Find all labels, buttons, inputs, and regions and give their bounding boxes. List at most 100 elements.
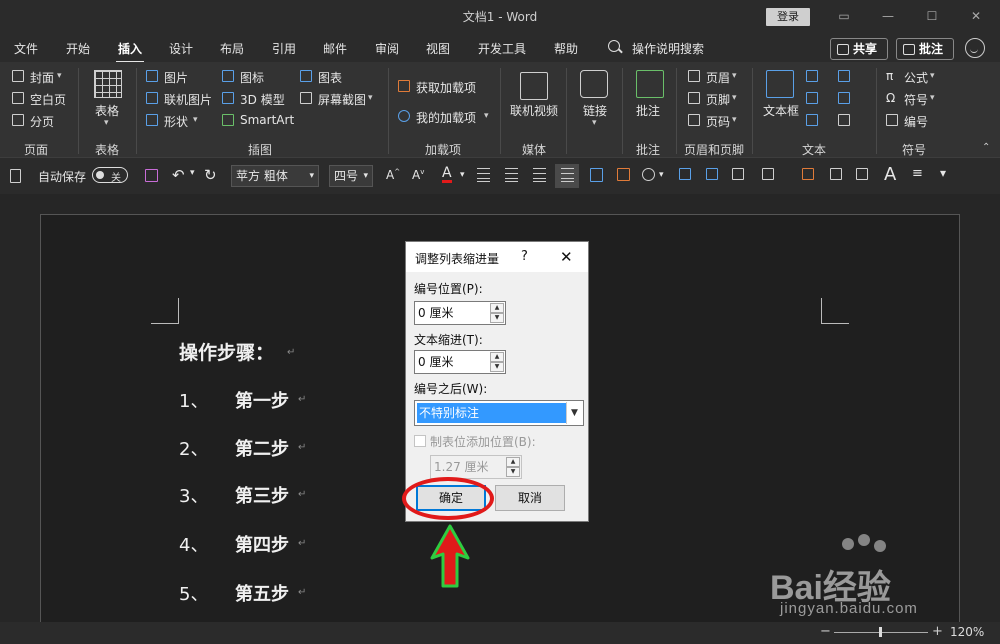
zoom-out-icon[interactable]: − [820,624,831,639]
table-button[interactable]: 表格 [95,102,119,119]
chevron-down-icon[interactable]: ▾ [460,170,465,180]
shrink-font-icon[interactable]: Av [412,168,424,182]
icons-button[interactable]: 图标 [240,69,264,86]
align-right-icon[interactable] [533,168,546,182]
text-indent-stepper[interactable]: 0 厘米 ▲ ▼ [414,350,506,374]
group-objects-icon[interactable] [856,168,868,180]
new-comment-button[interactable]: 批注 [636,102,660,119]
header-button[interactable]: 页眉 [706,69,730,86]
picture-icon[interactable] [706,168,718,180]
dialog-title-bar[interactable]: 调整列表缩进量 ? ✕ [406,242,588,272]
zoom-slider-thumb[interactable] [879,627,882,637]
redo-icon[interactable]: ↻ [204,166,217,184]
text-box-button[interactable]: 文本框 [763,102,799,119]
page-break-button[interactable]: 分页 [30,113,54,130]
cancel-button[interactable]: 取消 [495,485,565,511]
tab-home[interactable]: 开始 [66,40,90,57]
page-number-button[interactable]: 页码 [706,113,730,130]
cover-page-button[interactable]: 封面 [30,69,54,86]
chevron-down-icon[interactable]: ▾ [190,168,195,178]
tab-review[interactable]: 审阅 [375,40,399,57]
add-tab-stop-checkbox[interactable] [414,435,426,447]
text-style-icon[interactable]: A [884,164,896,185]
wrap-text-icon[interactable] [732,168,744,180]
tab-developer[interactable]: 开发工具 [478,40,526,57]
number-button[interactable]: 编号 [904,113,928,130]
tab-references[interactable]: 引用 [272,40,296,57]
tab-file[interactable]: 文件 [14,40,38,57]
tab-help[interactable]: 帮助 [554,40,578,57]
format-painter-icon[interactable] [617,168,630,181]
font-size-combo[interactable]: 四号 ▾ [329,165,373,187]
new-document-icon[interactable] [10,169,21,183]
autosave-toggle[interactable]: 关 [92,167,128,184]
tab-mailings[interactable]: 邮件 [323,40,347,57]
smartart-button[interactable]: SmartArt [240,113,294,127]
blank-page-button[interactable]: 空白页 [30,91,66,108]
footer-button[interactable]: 页脚 [706,91,730,108]
tab-design[interactable]: 设计 [169,40,193,57]
shapes-icon[interactable] [642,168,655,181]
customize-qat-icon[interactable]: ▾ [940,166,946,180]
tell-me-search[interactable]: 操作说明搜索 [632,40,704,57]
spin-buttons[interactable]: ▲ ▼ [490,303,504,323]
save-icon[interactable] [145,169,158,182]
chevron-down-icon[interactable]: ▾ [659,170,664,180]
align-left-icon[interactable] [477,168,490,182]
font-color-icon[interactable]: A [442,166,452,183]
text-indent-label: 文本缩进(T): [414,333,483,347]
align-center-icon[interactable] [505,168,518,182]
online-pictures-button[interactable]: 联机图片 [164,91,212,108]
distributed-icon[interactable] [590,168,603,182]
align-objects-icon[interactable] [762,168,774,180]
font-name-combo[interactable]: 苹方 粗体 ▾ [231,165,319,187]
wrap-lines-icon[interactable]: ≡ [912,166,923,181]
screenshot-button[interactable]: 屏幕截图 [318,91,366,108]
equation-button[interactable]: 公式 [904,69,928,86]
close-icon[interactable]: ✕ [560,248,573,266]
chevron-down-icon[interactable]: ▼ [566,402,582,424]
spin-down-icon[interactable]: ▼ [490,362,504,372]
symbol-button[interactable]: 符号 [904,91,928,108]
autosave-state: 关 [111,173,121,184]
3d-models-button[interactable]: 3D 模型 [240,91,285,108]
text-box-icon[interactable] [679,168,691,180]
chevron-down-icon: ▾ [104,118,109,128]
feedback-icon[interactable] [965,38,985,58]
zoom-in-icon[interactable]: + [932,624,943,639]
spin-buttons[interactable]: ▲ ▼ [490,352,504,372]
shapes-button[interactable]: 形状 [164,113,188,130]
login-button[interactable]: 登录 [766,8,810,26]
tab-insert[interactable]: 插入 [115,40,145,63]
help-icon[interactable]: ? [521,249,528,264]
collapse-ribbon-icon[interactable]: ⌃ [982,142,990,153]
close-icon[interactable]: ✕ [966,6,986,26]
spin-down-icon[interactable]: ▼ [490,313,504,323]
follow-number-select[interactable]: 不特别标注 ▼ [414,400,584,426]
list-item: 3、 第三步 [179,482,289,508]
chart-button[interactable]: 图表 [318,69,342,86]
pictures-button[interactable]: 图片 [164,69,188,86]
zoom-level[interactable]: 120% [950,625,984,639]
online-video-button[interactable]: 联机视频 [510,102,558,119]
links-button[interactable]: 链接 [583,102,607,119]
my-addins-button[interactable]: 我的加载项 [416,109,476,126]
maximize-icon[interactable]: ☐ [922,6,942,26]
share-button[interactable]: 共享 [830,38,888,60]
send-backward-icon[interactable] [802,168,814,180]
font-name-value: 苹方 粗体 [236,169,288,183]
comments-button[interactable]: 批注 [896,38,954,60]
minimize-icon[interactable]: — [878,6,898,26]
number-position-stepper[interactable]: 0 厘米 ▲ ▼ [414,301,506,325]
spin-up-icon[interactable]: ▲ [490,303,504,313]
tab-layout[interactable]: 布局 [220,40,244,57]
search-icon[interactable] [608,40,620,52]
spin-up-icon[interactable]: ▲ [490,352,504,362]
grow-font-icon[interactable]: A^ [386,168,400,182]
undo-icon[interactable]: ↶ [172,166,185,184]
tab-view[interactable]: 视图 [426,40,450,57]
ribbon-display-icon[interactable]: ▭ [834,6,854,26]
blank-page-icon [12,92,24,104]
get-addins-button[interactable]: 获取加载项 [416,79,476,96]
bring-forward-icon[interactable] [830,168,842,180]
